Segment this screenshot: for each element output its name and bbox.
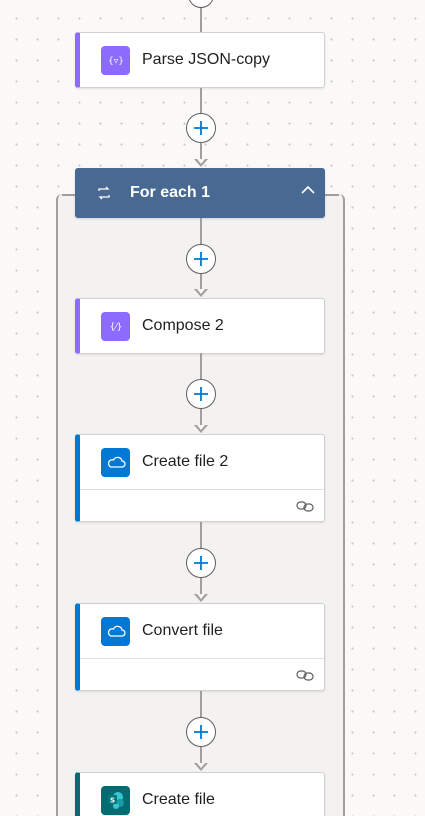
connector-arrow <box>194 425 208 433</box>
sharepoint-icon: S <box>101 785 130 815</box>
svg-text:S: S <box>109 797 114 805</box>
action-card-create-file[interactable]: S Create file <box>75 772 325 816</box>
connector-line <box>200 691 202 718</box>
previous-step-connector <box>188 0 214 8</box>
card-footer <box>80 489 324 521</box>
connector-line <box>200 8 202 32</box>
for-each-header[interactable]: For each 1 <box>75 168 325 218</box>
svg-text:{▿}: {▿} <box>108 57 124 67</box>
card-title: Compose 2 <box>142 317 224 334</box>
card-title: Parse JSON-copy <box>142 51 271 68</box>
connector-line <box>200 274 202 290</box>
connector-line <box>200 409 202 426</box>
link-icon[interactable] <box>296 498 314 514</box>
card-header: Create file 2 <box>80 435 324 489</box>
scope-border <box>325 194 339 196</box>
chevron-up-icon[interactable] <box>299 181 317 199</box>
card-title: Create file 2 <box>142 453 229 470</box>
onedrive-icon <box>101 447 130 477</box>
flow-canvas: {▿} Parse JSON-copy For each 1 {⁄} Compo… <box>0 0 425 816</box>
scope-border <box>62 194 76 196</box>
add-step-button[interactable] <box>186 548 216 578</box>
svg-text:{⁄}: {⁄} <box>109 323 122 333</box>
data-operation-icon: {⁄} <box>101 311 130 341</box>
onedrive-icon <box>101 616 130 646</box>
card-header: {▿} Parse JSON-copy <box>80 33 324 87</box>
connector-line <box>200 522 202 549</box>
card-footer <box>80 658 324 690</box>
card-header: S Create file <box>80 773 324 816</box>
loop-icon <box>98 186 110 200</box>
action-card-parse-json[interactable]: {▿} Parse JSON-copy <box>75 32 325 88</box>
card-title: Create file <box>142 791 215 808</box>
connector-line <box>200 143 202 160</box>
connector-arrow <box>194 289 208 297</box>
connector-line <box>200 218 202 245</box>
card-title: Convert file <box>142 622 223 639</box>
card-header: {⁄} Compose 2 <box>80 299 324 353</box>
add-step-button[interactable] <box>186 717 216 747</box>
add-step-button[interactable] <box>186 113 216 143</box>
connector-arrow <box>194 594 208 602</box>
add-step-button[interactable] <box>186 379 216 409</box>
data-operation-icon: {▿} <box>101 45 130 75</box>
connector-line <box>200 353 202 380</box>
link-icon[interactable] <box>296 667 314 683</box>
add-step-button[interactable] <box>186 244 216 274</box>
connector-line <box>200 88 202 114</box>
action-card-convert-file[interactable]: Convert file <box>75 603 325 691</box>
for-each-title: For each 1 <box>130 184 211 201</box>
card-header: Convert file <box>80 604 324 658</box>
connector-arrow <box>194 159 208 167</box>
connector-line <box>200 747 202 764</box>
action-card-compose-2[interactable]: {⁄} Compose 2 <box>75 298 325 354</box>
connector-line <box>200 578 202 595</box>
action-card-create-file-2[interactable]: Create file 2 <box>75 434 325 522</box>
connector-arrow <box>194 763 208 771</box>
